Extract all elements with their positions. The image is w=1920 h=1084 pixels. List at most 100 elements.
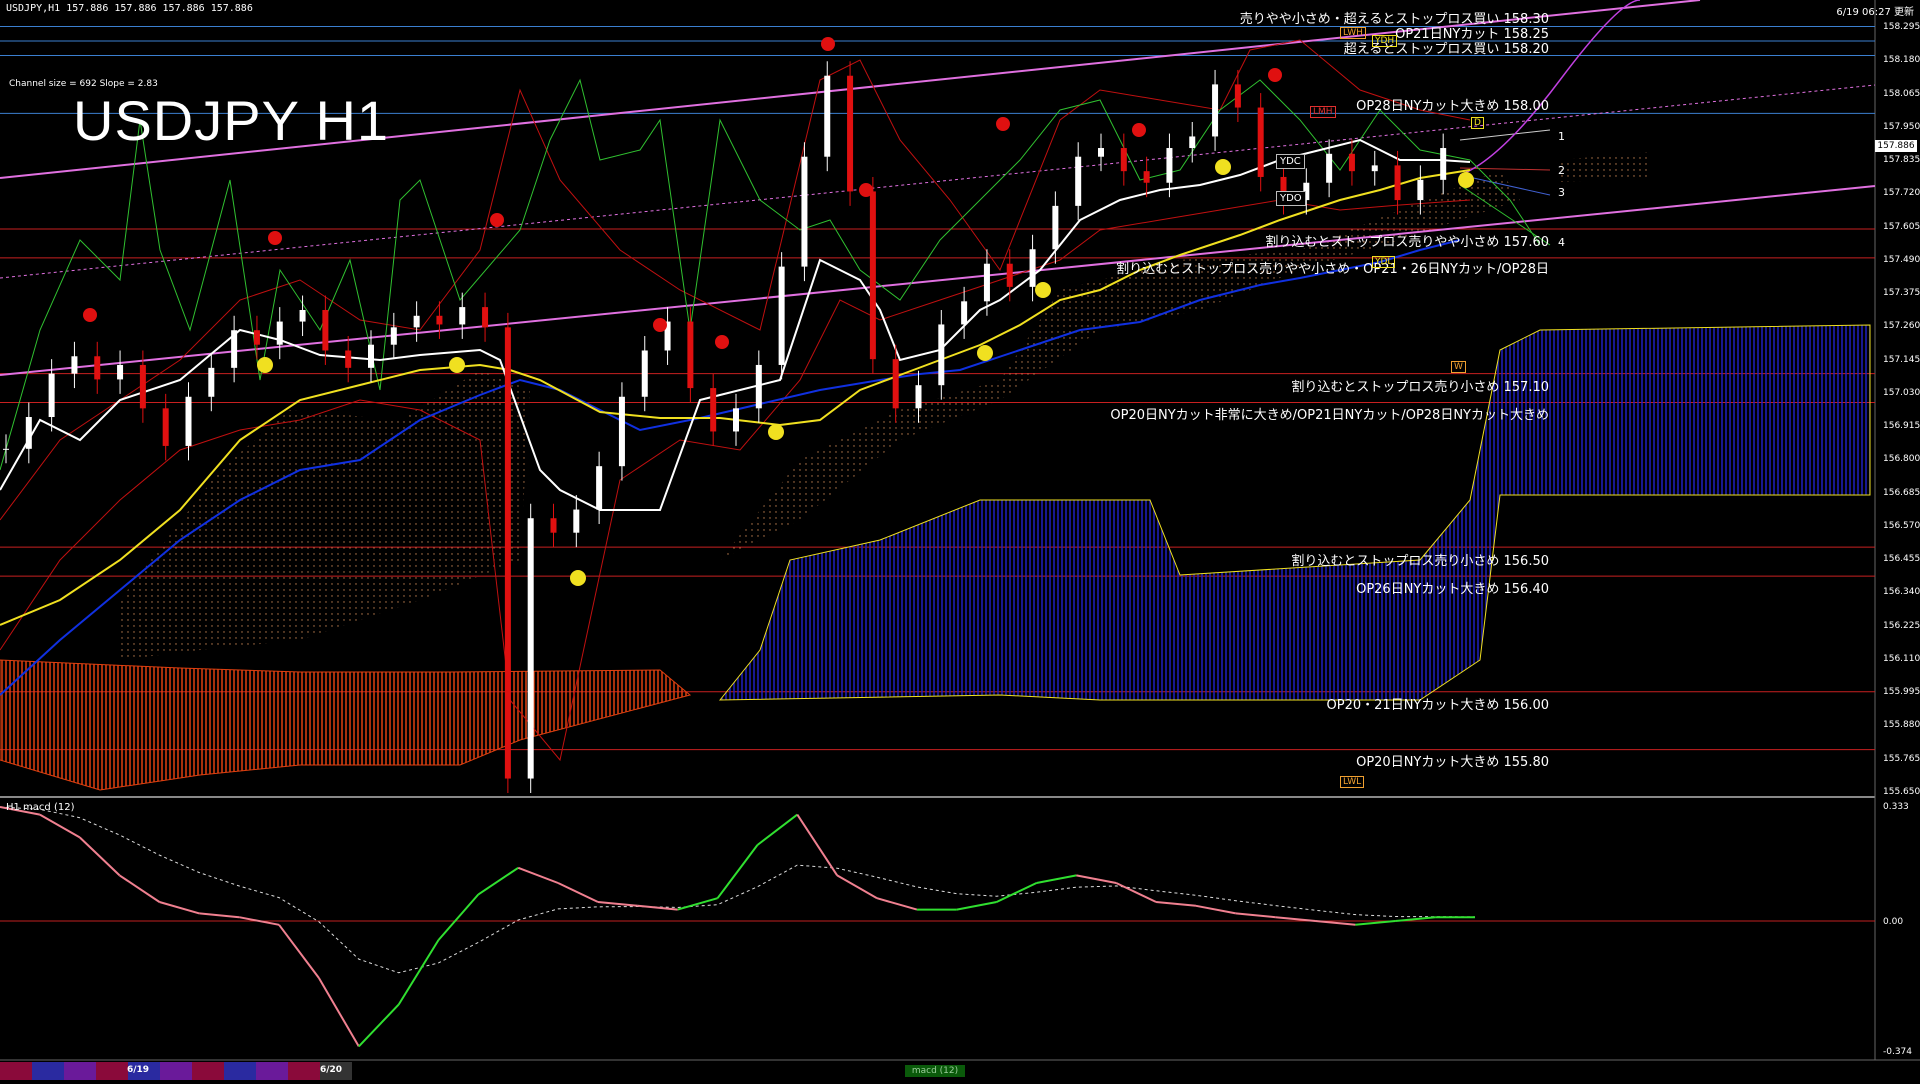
candle-body [368, 344, 374, 368]
candle-body [1075, 156, 1082, 206]
candle-body [1257, 107, 1264, 177]
price-tick-label: 155.650 [1883, 787, 1920, 797]
macd-axis-bottom: -0.374 [1883, 1047, 1913, 1057]
candle-body [641, 350, 648, 397]
macd-axis-zero: 0.00 [1883, 917, 1904, 927]
candle-body [459, 307, 466, 325]
price-tick-label: 156.340 [1883, 587, 1920, 598]
fractal-up-marker [653, 318, 667, 332]
candle-body [3, 448, 9, 450]
candle-body [1098, 148, 1104, 157]
candle-body [390, 327, 397, 345]
candle-body [94, 356, 101, 380]
candle-body [482, 307, 489, 328]
candle-body [755, 364, 762, 409]
candle-body [1348, 153, 1355, 172]
candle-body [938, 324, 945, 386]
instrument-header: USDJPY,H1 157.886 157.886 157.886 157.88… [6, 3, 253, 14]
candle-body [687, 321, 694, 389]
candle-body [185, 396, 192, 446]
fractal-up-marker [83, 308, 97, 322]
price-chart[interactable] [0, 0, 1920, 1080]
fractal-up-marker [490, 213, 504, 227]
current-price-marker: 157.886 [1875, 140, 1917, 152]
candle-body [1006, 263, 1013, 287]
candle-body [48, 373, 55, 418]
price-tick-label: 157.375 [1883, 288, 1920, 299]
candle-body [1394, 165, 1401, 201]
candle-body [1029, 249, 1036, 287]
price-tick-label: 156.915 [1883, 421, 1920, 432]
candle-body [1417, 179, 1424, 201]
candle-body [847, 75, 854, 192]
fractal-up-marker [1132, 123, 1146, 137]
level-label: 割り込むとストップロス売り小さめ 157.10 [1291, 380, 1549, 395]
fractal-up-marker [859, 183, 873, 197]
price-tick-label: 157.605 [1883, 221, 1920, 232]
price-tick-label: 158.295 [1883, 22, 1920, 32]
fractal-up-marker [715, 335, 729, 349]
candle-body [1143, 171, 1150, 183]
candle-body [778, 266, 785, 365]
candle-body [550, 518, 557, 533]
channel-label: 4 [1558, 236, 1565, 249]
channel-label: 3 [1558, 186, 1565, 199]
candle-body [801, 156, 808, 267]
candle-body [322, 309, 329, 351]
candle-body [345, 350, 352, 368]
price-tick-label: 156.225 [1883, 620, 1920, 631]
lwh-tag: LWH [1340, 27, 1366, 39]
level-label: OP20日NYカット大きめ 155.80 [1356, 755, 1549, 770]
ydl-tag: YDL [1372, 256, 1396, 268]
session-block [192, 1062, 224, 1080]
channel-label: 1 [1558, 130, 1565, 143]
macd-tab[interactable]: macd (12) [905, 1065, 965, 1077]
fractal-down-marker [449, 357, 465, 373]
candle-body [231, 330, 238, 368]
price-tick-label: 157.950 [1883, 121, 1920, 132]
session-block [224, 1062, 256, 1080]
price-tick-label: 155.880 [1883, 720, 1920, 731]
candle-body [253, 330, 260, 345]
candle-body [1052, 205, 1059, 250]
fractal-up-marker [996, 117, 1010, 131]
fractal-up-marker [268, 231, 282, 245]
price-tick-label: 157.260 [1883, 321, 1920, 332]
price-tick-label: 157.835 [1883, 155, 1920, 166]
fractal-down-marker [1035, 282, 1051, 298]
fractal-down-marker [977, 345, 993, 361]
price-tick-label: 156.110 [1883, 653, 1920, 664]
candle-body [1326, 153, 1333, 183]
chart-stage: USDJPY,H1 157.886 157.886 157.886 157.88… [0, 0, 1920, 1080]
ydc-tag: YDC [1276, 154, 1305, 169]
candle-body [139, 364, 146, 409]
price-tick-label: 156.455 [1883, 554, 1920, 565]
candle-body [892, 359, 899, 409]
date-label: 6/19 [127, 1065, 150, 1075]
candle-body [618, 396, 625, 467]
session-block [256, 1062, 288, 1080]
lwl-tag: LWL [1340, 776, 1365, 788]
level-label: 割り込むとストップロス売りやや小さめ 157.60 [1265, 235, 1549, 250]
session-block [96, 1062, 128, 1080]
candle-body [276, 321, 283, 345]
candle-body [1371, 165, 1378, 172]
macd-title: H1 macd (12) [6, 802, 75, 813]
candle-body [436, 315, 443, 325]
candle-body [1120, 148, 1127, 172]
price-tick-label: 156.685 [1883, 487, 1920, 498]
candle-body [596, 466, 603, 510]
fractal-down-marker [1215, 159, 1231, 175]
level-label: OP28日NYカット大きめ 158.00 [1356, 99, 1549, 114]
candle-body [413, 315, 420, 328]
candle-body [25, 417, 32, 449]
d-tag: D [1471, 117, 1484, 129]
fractal-down-marker [257, 357, 273, 373]
channel-label: 2 [1558, 164, 1565, 177]
fractal-up-marker [821, 37, 835, 51]
fractal-down-marker [1458, 172, 1474, 188]
candle-body [504, 327, 511, 779]
candle-body [527, 518, 534, 779]
lmh-tag: LMH [1310, 106, 1336, 118]
candle-body [1440, 148, 1447, 180]
